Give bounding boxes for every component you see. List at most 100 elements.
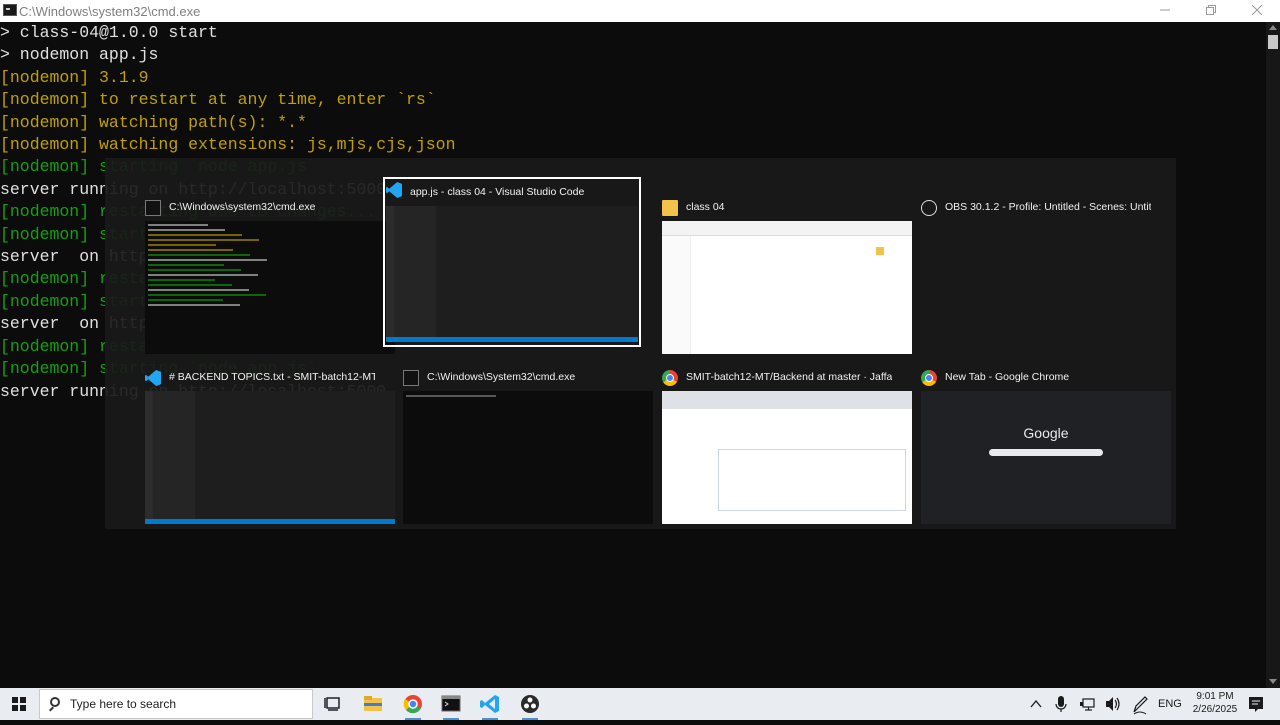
switcher-card-title: app.js - class 04 - Visual Studio Code bbox=[410, 186, 585, 198]
pen-icon bbox=[1133, 696, 1148, 715]
scroll-down-icon[interactable] bbox=[1269, 679, 1277, 684]
console-line: [nodemon] 3.1.9 bbox=[0, 67, 149, 87]
volume-button[interactable] bbox=[1103, 688, 1123, 720]
task-view-button[interactable] bbox=[314, 688, 352, 720]
scroll-thumb[interactable] bbox=[1268, 35, 1278, 49]
scroll-up-icon[interactable] bbox=[1269, 25, 1277, 30]
window-thumbnail: Google bbox=[921, 391, 1171, 524]
thumbnail-text-line bbox=[148, 224, 208, 226]
thumbnail-text-line bbox=[148, 304, 240, 306]
chrome-icon bbox=[403, 695, 422, 714]
thumbnail-nav-pane bbox=[662, 236, 691, 354]
switcher-card[interactable]: class 04 bbox=[642, 175, 912, 354]
taskbar-obs[interactable] bbox=[511, 688, 549, 720]
thumbnail-status-bar bbox=[145, 519, 395, 524]
thumbnail-sidebar bbox=[153, 391, 195, 524]
clock-date: 2/26/2025 bbox=[1192, 704, 1238, 715]
vscode-icon bbox=[480, 695, 499, 713]
window-thumbnail bbox=[145, 391, 395, 524]
volume-icon bbox=[1106, 697, 1120, 711]
thumbnail-text-line bbox=[148, 289, 249, 291]
console-line: > nodemon app.js bbox=[0, 45, 159, 65]
window-titlebar[interactable]: C:\Windows\system32\cmd.exe bbox=[0, 0, 1280, 22]
thumbnail-text-line bbox=[148, 299, 223, 301]
chrome-icon bbox=[921, 370, 937, 386]
switcher-card-title: SMIT-batch12-MT/Backend at master · Jaff… bbox=[686, 371, 892, 383]
taskbar-chrome[interactable] bbox=[394, 688, 432, 720]
microphone-button[interactable] bbox=[1053, 688, 1069, 720]
cmd-icon bbox=[403, 370, 419, 386]
thumbnail-text-line bbox=[148, 264, 224, 266]
thumbnail-text-line bbox=[148, 234, 242, 236]
cmd-icon bbox=[145, 200, 161, 216]
task-switcher: C:\Windows\system32\cmd.exe app.js - clas… bbox=[105, 158, 1176, 529]
minimize-icon bbox=[1160, 9, 1170, 11]
obs-icon bbox=[921, 200, 937, 216]
thumbnail-text-line bbox=[148, 259, 267, 261]
close-icon bbox=[1251, 4, 1263, 16]
switcher-card[interactable]: C:\Windows\system32\cmd.exe bbox=[125, 175, 395, 354]
taskbar-file-explorer[interactable] bbox=[354, 688, 392, 720]
notifications-button[interactable] bbox=[1246, 688, 1266, 720]
window-thumbnail bbox=[386, 206, 638, 342]
thumbnail-text-line bbox=[148, 274, 258, 276]
switcher-card[interactable]: C:\Windows\System32\cmd.exe bbox=[383, 345, 653, 524]
input-language-indicator[interactable]: ENG bbox=[1158, 688, 1184, 720]
taskbar: Type here to search ENG 9:01 PM 2/26/202… bbox=[0, 688, 1280, 720]
thumbnail-text-line bbox=[148, 249, 233, 251]
google-logo: Google bbox=[1023, 425, 1069, 441]
chevron-up-icon bbox=[1030, 699, 1042, 708]
windows-logo-icon bbox=[12, 697, 26, 711]
thumbnail-ribbon bbox=[662, 221, 912, 236]
window-thumbnail bbox=[662, 221, 912, 354]
thumbnail-text-line bbox=[148, 229, 225, 231]
taskbar-cmd[interactable] bbox=[432, 688, 470, 720]
window-title: C:\Windows\system32\cmd.exe bbox=[19, 4, 201, 19]
switcher-card[interactable]: New Tab - Google Chrome Google bbox=[901, 345, 1171, 524]
thumbnail-sidebar bbox=[394, 206, 436, 342]
close-button[interactable] bbox=[1234, 0, 1280, 22]
thumbnail-text-line bbox=[148, 269, 241, 271]
thumbnail-activity-bar bbox=[145, 391, 153, 524]
switcher-card[interactable]: SMIT-batch12-MT/Backend at master · Jaff… bbox=[642, 345, 912, 524]
switcher-card-title: New Tab - Google Chrome bbox=[945, 371, 1070, 383]
notification-icon bbox=[1249, 697, 1263, 712]
taskbar-search-box[interactable]: Type here to search bbox=[39, 689, 313, 719]
minimize-button[interactable] bbox=[1142, 0, 1188, 22]
show-hidden-icons-button[interactable] bbox=[1028, 688, 1044, 720]
switcher-card[interactable]: OBS 30.1.2 - Profile: Untitled - Scenes:… bbox=[901, 175, 1159, 345]
vertical-scrollbar[interactable] bbox=[1266, 22, 1280, 688]
file-explorer-icon bbox=[364, 696, 382, 711]
restore-button[interactable] bbox=[1188, 0, 1234, 22]
switcher-card-title: OBS 30.1.2 - Profile: Untitled - Scenes:… bbox=[945, 201, 1151, 213]
search-placeholder: Type here to search bbox=[70, 697, 177, 711]
restore-icon bbox=[1206, 5, 1216, 15]
chrome-icon bbox=[662, 370, 678, 386]
start-button[interactable] bbox=[0, 688, 38, 720]
console-line: [nodemon] watching path(s): *.* bbox=[0, 112, 307, 132]
clock-time: 9:01 PM bbox=[1196, 691, 1234, 702]
vscode-icon bbox=[145, 370, 161, 386]
cmd-icon bbox=[3, 4, 17, 16]
console-line: [nodemon] watching extensions: js,mjs,cj… bbox=[0, 135, 456, 155]
network-button[interactable] bbox=[1078, 688, 1098, 720]
thumbnail-text-line bbox=[148, 239, 259, 241]
vscode-icon bbox=[386, 182, 402, 198]
switcher-card[interactable]: # BACKEND TOPICS.txt - SMIT-batch12-MT -… bbox=[125, 345, 395, 524]
switcher-card-title: class 04 bbox=[686, 201, 725, 213]
thumbnail-tabstrip bbox=[662, 391, 912, 409]
search-icon bbox=[50, 697, 60, 707]
console-line: [nodemon] to restart at any time, enter … bbox=[0, 90, 436, 110]
task-view-icon bbox=[324, 697, 340, 711]
language-label: ENG bbox=[1158, 698, 1182, 710]
taskbar-vscode[interactable] bbox=[471, 688, 509, 720]
thumbnail-activity-bar bbox=[386, 206, 394, 342]
window-thumbnail bbox=[403, 391, 653, 524]
google-search-bar bbox=[989, 449, 1103, 456]
switcher-card[interactable]: app.js - class 04 - Visual Studio Code bbox=[383, 177, 641, 347]
thumbnail-text-line bbox=[148, 254, 250, 256]
thumbnail-file-table bbox=[718, 449, 906, 511]
window-thumbnail bbox=[145, 221, 395, 354]
taskbar-clock[interactable]: 9:01 PM 2/26/2025 bbox=[1185, 690, 1245, 716]
pen-button[interactable] bbox=[1130, 688, 1150, 720]
